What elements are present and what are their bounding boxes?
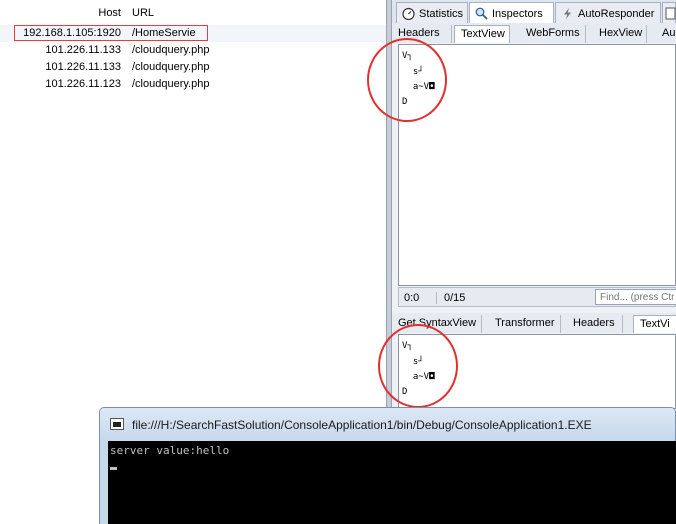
- session-row[interactable]: 101.226.11.133 /cloudquery.php: [0, 59, 386, 76]
- column-header-url[interactable]: URL: [132, 7, 154, 19]
- tab-inspectors-label: Inspectors: [492, 8, 543, 20]
- tab-inspectors[interactable]: Inspectors: [469, 2, 554, 25]
- tab-response-transformer[interactable]: Transformer: [489, 315, 561, 333]
- session-host: 101.226.11.123: [45, 78, 121, 90]
- sessions-header: Host URL: [0, 4, 386, 22]
- console-window[interactable]: file:///H:/SearchFastSolution/ConsoleApp…: [99, 407, 676, 524]
- session-host: 101.226.11.133: [45, 61, 121, 73]
- tab-request-webforms[interactable]: WebForms: [520, 25, 586, 43]
- tab-statistics-label: Statistics: [419, 8, 464, 20]
- annotation-circle-response: [378, 324, 458, 408]
- annotation-circle-request: [367, 38, 447, 122]
- lightning-icon: [564, 8, 571, 19]
- request-inspector-tabs: Headers TextView WebForms HexView Au: [392, 23, 676, 43]
- request-status-bar: 0:0 0/15: [398, 287, 676, 307]
- console-title: file:///H:/SearchFastSolution/ConsoleApp…: [132, 418, 592, 432]
- main-tab-strip: Statistics Inspectors AutoResponder: [392, 0, 676, 25]
- find-input[interactable]: [595, 289, 676, 305]
- session-row[interactable]: 101.226.11.123 /cloudquery.php: [0, 76, 386, 93]
- tab-statistics[interactable]: Statistics: [396, 2, 468, 24]
- magnifier-icon: [475, 7, 488, 20]
- selection-count: 0/15: [436, 292, 465, 304]
- tab-response-headers[interactable]: Headers: [567, 315, 623, 333]
- session-row[interactable]: 101.226.11.133 /cloudquery.php: [0, 42, 386, 59]
- console-app-icon: [110, 418, 124, 430]
- session-host: 101.226.11.133: [45, 44, 121, 56]
- tab-request-hexview[interactable]: HexView: [593, 25, 647, 43]
- selection-highlight-box: [14, 25, 208, 41]
- tab-autoresponder-label: AutoResponder: [578, 8, 655, 20]
- console-screen[interactable]: server value:hello: [108, 441, 676, 524]
- console-title-bar[interactable]: file:///H:/SearchFastSolution/ConsoleApp…: [99, 407, 676, 441]
- session-url: /cloudquery.php: [132, 44, 210, 56]
- tab-request-overflow[interactable]: Au: [656, 25, 676, 43]
- tab-autoresponder[interactable]: AutoResponder: [555, 2, 661, 24]
- tab-request-textview[interactable]: TextView: [454, 25, 510, 43]
- console-cursor: [110, 467, 117, 470]
- stopwatch-icon: [402, 7, 415, 20]
- console-frame: server value:hello: [99, 441, 676, 524]
- column-header-host[interactable]: Host: [98, 7, 121, 19]
- cursor-position: 0:0: [404, 292, 420, 304]
- composer-icon: [665, 7, 676, 20]
- console-output: server value:hello: [110, 444, 230, 457]
- tab-overflow[interactable]: [662, 2, 676, 24]
- tab-response-textview[interactable]: TextVi: [633, 315, 676, 333]
- session-url: /cloudquery.php: [132, 61, 210, 73]
- session-url: /cloudquery.php: [132, 78, 210, 90]
